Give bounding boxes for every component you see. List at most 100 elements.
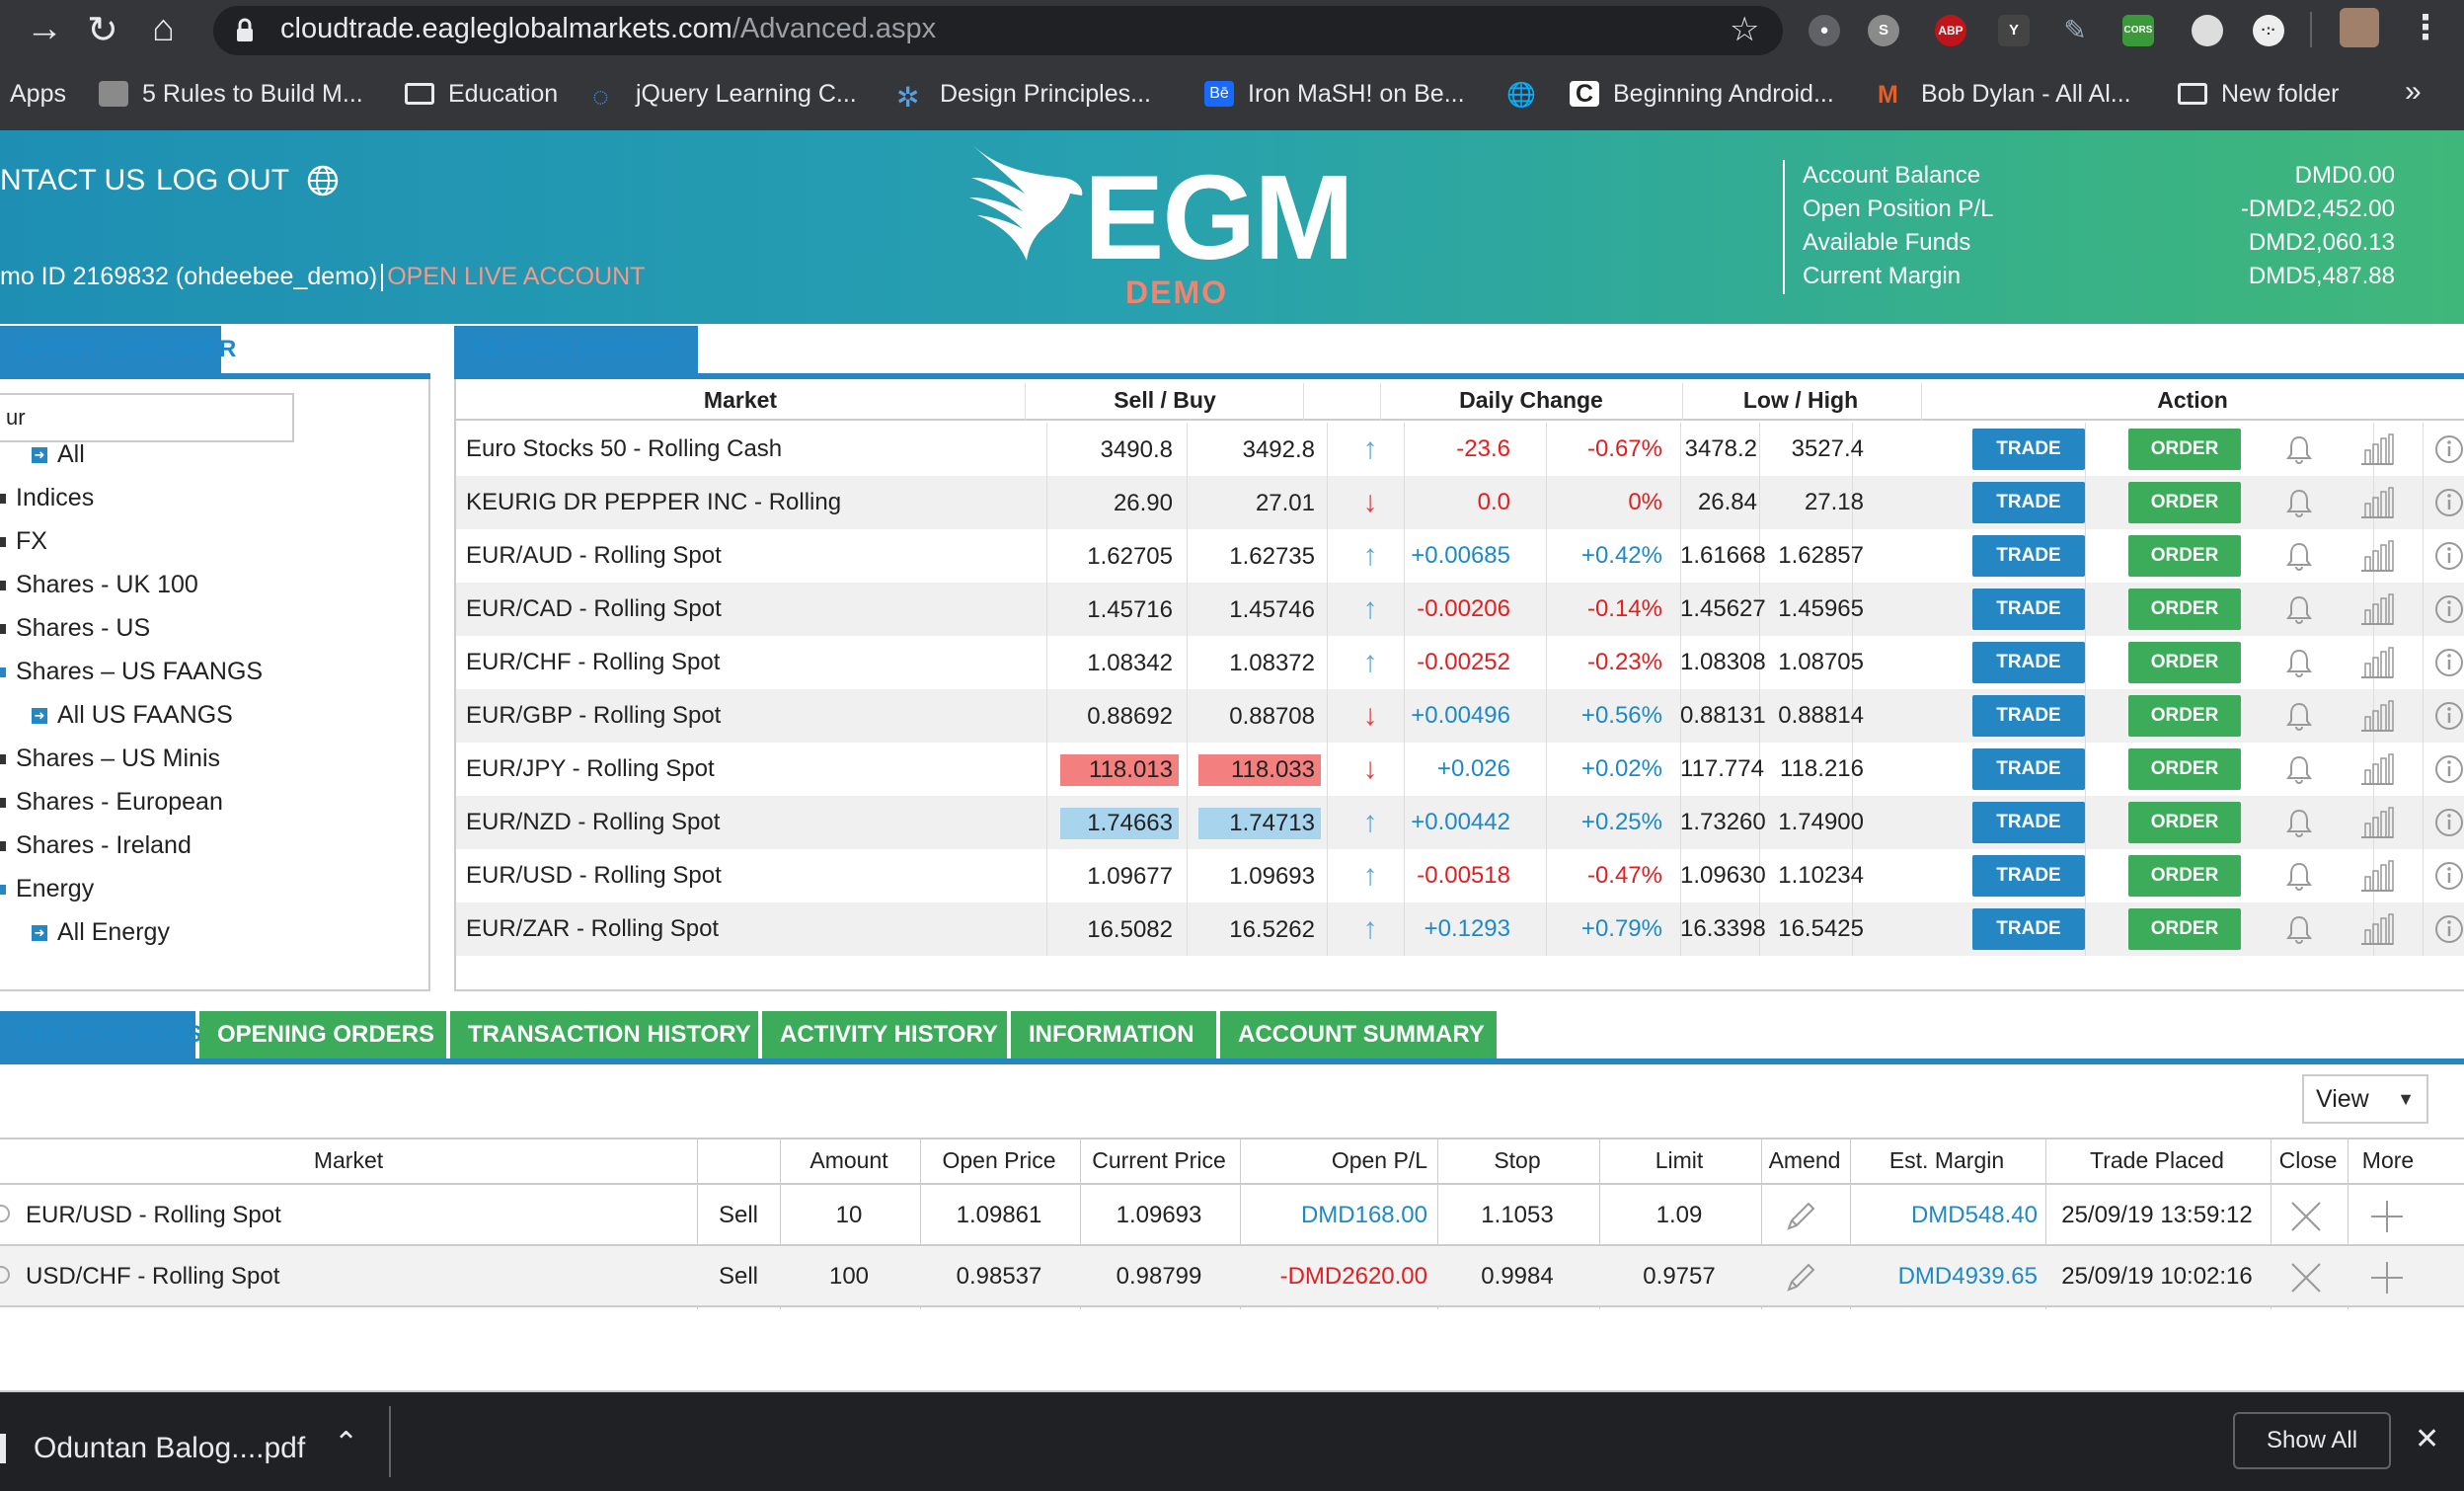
forward-icon[interactable]: → [26,8,63,50]
info-icon[interactable] [2434,808,2464,842]
market-name[interactable]: Euro Stocks 50 - Rolling Cash [466,423,782,476]
trade-button[interactable]: TRADE [1972,642,2085,683]
market-name[interactable]: EUR/JPY - Rolling Spot [466,743,715,796]
bookmark-item[interactable]: Apps [10,77,66,111]
avatar[interactable] [2340,8,2379,47]
position-stop[interactable]: 1.1053 [1437,1185,1597,1246]
market-row[interactable]: EUR/AUD - Rolling Spot 1.62705 1.62735 ↑ +0.… [456,529,2464,583]
bottom-tab[interactable]: OPENING ORDERS [199,1011,446,1059]
position-limit[interactable]: 1.09 [1599,1185,1759,1246]
buy-price[interactable]: 1.09693 [1198,861,1321,893]
tree-item[interactable]: FX [0,527,47,556]
bookmark-item[interactable]: ✲ Design Principles... [896,77,1151,114]
chart-icon[interactable] [2359,806,2395,844]
market-row[interactable]: KEURIG DR PEPPER INC - Rolling 26.90 27.01… [456,476,2464,529]
more-plus-icon[interactable] [2369,1260,2405,1300]
tree-item[interactable]: ➜ All Energy [32,918,170,947]
market-name[interactable]: EUR/GBP - Rolling Spot [466,689,721,743]
market-search-input[interactable] [0,393,294,442]
buy-price[interactable]: 3492.8 [1198,434,1321,466]
position-row[interactable]: EUR/USD - Rolling Spot Sell 10 1.09861 1.096… [0,1185,2464,1246]
trade-button[interactable]: TRADE [1972,695,2085,737]
bookmark-item[interactable]: M Bob Dylan - All Al... [1878,77,2131,111]
sell-price[interactable]: 1.62705 [1060,541,1179,573]
chart-icon[interactable] [2359,432,2395,471]
chart-icon[interactable] [2359,752,2395,791]
chart-icon[interactable] [2359,592,2395,631]
pencil-icon[interactable] [1783,1260,1818,1300]
order-button[interactable]: ORDER [2128,642,2241,683]
market-name[interactable]: EUR/ZAR - Rolling Spot [466,902,719,956]
market-row[interactable]: EUR/GBP - Rolling Spot 0.88692 0.88708 ↓ +0.… [456,689,2464,743]
order-button[interactable]: ORDER [2128,429,2241,470]
tree-item[interactable]: Energy [0,875,94,903]
tree-item[interactable]: Shares - European [0,788,223,817]
bookmarks-overflow-icon[interactable]: » [2405,75,2422,109]
trade-button[interactable]: TRADE [1972,482,2085,523]
buy-price[interactable]: 1.74713 [1198,808,1321,839]
market-name[interactable]: EUR/AUD - Rolling Spot [466,529,722,583]
globe-icon[interactable] [306,164,340,197]
chart-icon[interactable] [2359,539,2395,578]
buy-price[interactable]: 16.5262 [1198,914,1321,946]
extension-dots-icon[interactable]: ·:· [2253,15,2284,46]
tree-item[interactable]: Shares - Ireland [0,831,192,860]
sell-price[interactable]: 1.09677 [1060,861,1179,893]
market-row[interactable]: EUR/CAD - Rolling Spot 1.45716 1.45746 ↑ -0.… [456,583,2464,636]
market-name[interactable]: EUR/CAD - Rolling Spot [466,583,722,636]
bottom-tab[interactable]: ACCOUNT SUMMARY [1220,1011,1497,1059]
sell-price[interactable]: 16.5082 [1060,914,1179,946]
extension-circle-icon[interactable] [2192,15,2223,46]
menu-dots-icon[interactable]: ⋮ [2409,8,2442,47]
order-button[interactable]: ORDER [2128,908,2241,950]
order-button[interactable]: ORDER [2128,482,2241,523]
info-icon[interactable] [2434,754,2464,789]
cors-extension-icon[interactable]: CORS [2122,15,2154,46]
bottom-tab[interactable]: ACTIVITY HISTORY [762,1011,1007,1059]
buy-price[interactable]: 27.01 [1198,488,1321,519]
sell-price[interactable]: 118.013 [1060,754,1179,786]
log-out-link[interactable]: LOG OUT [156,164,289,197]
bottom-tab[interactable]: TRANSACTION HISTORY [450,1011,758,1059]
star-bookmark-icon[interactable]: ☆ [1730,10,1759,49]
view-dropdown[interactable]: View ▼ [2302,1074,2428,1124]
sell-price[interactable]: 1.08342 [1060,648,1179,679]
close-icon[interactable]: ✕ [2415,1422,2439,1456]
bell-icon[interactable] [2284,434,2314,469]
bookmark-item[interactable]: ◌ jQuery Learning C... [592,77,857,113]
trade-button[interactable]: TRADE [1972,589,2085,630]
buy-price[interactable]: 0.88708 [1198,701,1321,733]
bell-icon[interactable] [2284,488,2314,522]
tree-item[interactable]: ➜ All [32,440,85,469]
bookmark-item[interactable]: New folder [2178,77,2340,111]
bottom-tab[interactable]: PEN POSITIONS [0,1011,202,1059]
trade-button[interactable]: TRADE [1972,748,2085,790]
market-row[interactable]: EUR/USD - Rolling Spot 1.09677 1.09693 ↑ -0.… [456,849,2464,902]
pen-extension-icon[interactable]: ✎ [2059,15,2091,46]
market-row[interactable]: EUR/JPY - Rolling Spot 118.013 118.033 ↓ +0.… [456,743,2464,796]
download-filename[interactable]: Oduntan Balog....pdf [34,1432,305,1465]
row-radio[interactable] [0,1205,10,1222]
bell-icon[interactable] [2284,808,2314,842]
tree-item[interactable]: Shares - US [0,614,150,643]
sell-price[interactable]: 26.90 [1060,488,1179,519]
reload-icon[interactable]: ↻ [87,8,118,52]
bell-icon[interactable] [2284,541,2314,576]
position-limit[interactable]: 0.9757 [1599,1246,1759,1307]
adblock-plus-icon[interactable]: ABP [1935,15,1966,46]
info-icon[interactable] [2434,914,2464,949]
buy-price[interactable]: 118.033 [1198,754,1321,786]
close-position-icon[interactable] [2288,1260,2324,1300]
market-name[interactable]: EUR/NZD - Rolling Spot [466,796,720,849]
position-stop[interactable]: 0.9984 [1437,1246,1597,1307]
info-icon[interactable] [2434,648,2464,682]
chart-icon[interactable] [2359,646,2395,684]
buy-price[interactable]: 1.45746 [1198,594,1321,626]
market-name[interactable]: EUR/USD - Rolling Spot [466,849,722,902]
tab-market-explorer[interactable]: ARKET EXPLORER [0,326,236,373]
extension-y-icon[interactable]: Y [1998,15,2030,46]
info-icon[interactable] [2434,541,2464,576]
order-button[interactable]: ORDER [2128,535,2241,577]
info-icon[interactable] [2434,701,2464,736]
bell-icon[interactable] [2284,701,2314,736]
